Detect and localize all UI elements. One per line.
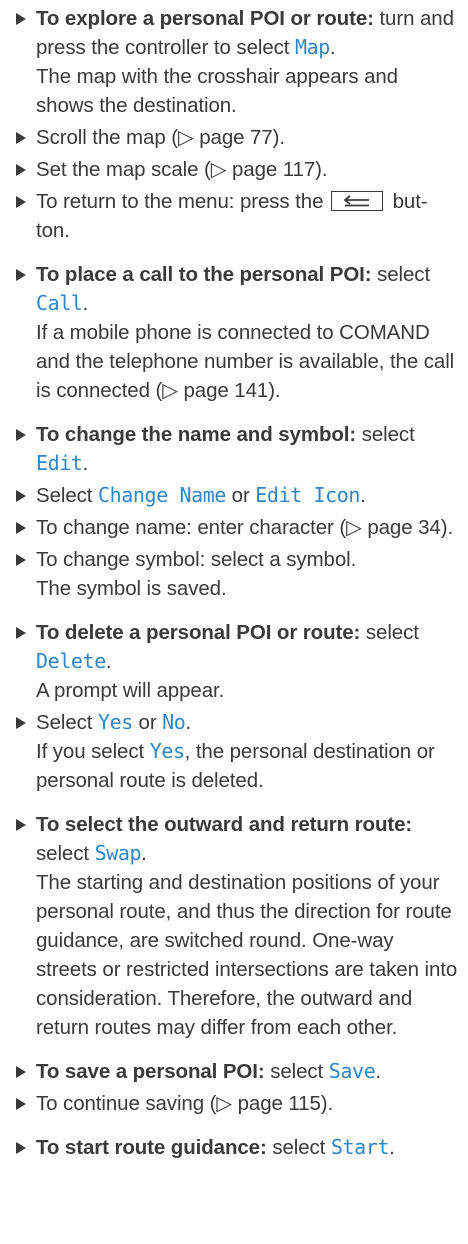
bullet-triangle-icon (16, 269, 26, 281)
step-result: If a mobile phone is connected to COMAND… (36, 321, 455, 402)
bullet-triangle-icon (16, 196, 26, 208)
swap-menu-item: Swap (94, 841, 142, 865)
step-text: To continue saving (▷ page 115). (36, 1092, 334, 1115)
step-result: A prompt will appear. (36, 679, 225, 702)
step-text: To return to the menu: press the (36, 190, 324, 213)
explore-section: To explore a personal POI or route: turn… (16, 4, 458, 245)
map-menu-item: Map (294, 35, 330, 59)
save-section: To save a personal POI: select Save. To … (16, 1057, 458, 1118)
bullet-triangle-icon (16, 164, 26, 176)
bullet-triangle-icon (16, 1066, 26, 1078)
bullet-triangle-icon (16, 490, 26, 502)
select-edit-option-step: Select Change Name or Edit Icon. (16, 481, 458, 510)
step-text: Set the map scale (▷ page 117). (36, 158, 328, 181)
edit-section: To change the name and symbol: select Ed… (16, 420, 458, 603)
bullet-triangle-icon (16, 429, 26, 441)
bullet-triangle-icon (16, 1142, 26, 1154)
back-button-key (330, 191, 383, 211)
step-heading: To explore a personal POI or route: (36, 7, 374, 30)
step-result: The starting and destination positions o… (36, 871, 458, 1039)
explore-map-step: To explore a personal POI or route: turn… (16, 4, 458, 120)
bullet-triangle-icon (16, 13, 26, 25)
step-result: The symbol is saved. (36, 577, 227, 600)
bullet-triangle-icon (16, 627, 26, 639)
delete-section: To delete a personal POI or route: selec… (16, 618, 458, 795)
change-symbol-step: To change symbol: select a symbol. The s… (16, 545, 458, 603)
yes-menu-item-ref: Yes (149, 739, 185, 763)
step-heading: To save a personal POI: (36, 1060, 265, 1083)
swap-section: To select the outward and return route: … (16, 810, 458, 1042)
step-heading: To change the name and symbol: (36, 423, 357, 446)
change-name-menu-item: Change Name (97, 483, 227, 507)
call-section: To place a call to the personal POI: sel… (16, 260, 458, 405)
continue-saving-step: To continue saving (▷ page 115). (16, 1089, 458, 1118)
delete-menu-item: Delete (36, 649, 106, 673)
start-menu-item: Start (330, 1135, 390, 1159)
step-heading: To place a call to the personal POI: (36, 263, 372, 286)
confirm-delete-step: Select Yes or No. If you select Yes, the… (16, 708, 458, 795)
call-menu-item: Call (36, 291, 83, 315)
back-arrow-icon (343, 195, 369, 207)
step-text: To change symbol: select a symbol. (36, 548, 357, 571)
start-step: To start route guidance: select Start. (16, 1133, 458, 1162)
step-result: The map with the crosshair appears and s… (36, 65, 398, 117)
map-scale-step: Set the map scale (▷ page 117). (16, 155, 458, 184)
bullet-triangle-icon (16, 819, 26, 831)
step-result: If you select Yes, the personal destinat… (36, 739, 435, 792)
step-heading: To delete a personal POI or route: (36, 621, 361, 644)
edit-menu-item: Edit (36, 451, 83, 475)
yes-menu-item: Yes (97, 710, 133, 734)
bullet-triangle-icon (16, 717, 26, 729)
change-name-step: To change name: enter character (▷ page … (16, 513, 458, 542)
save-menu-item: Save (328, 1059, 376, 1083)
edit-step: To change the name and symbol: select Ed… (16, 420, 458, 478)
call-step: To place a call to the personal POI: sel… (16, 260, 458, 405)
start-section: To start route guidance: select Start. (16, 1133, 458, 1162)
bullet-triangle-icon (16, 1098, 26, 1110)
step-text: To change name: enter character (▷ page … (36, 516, 454, 539)
edit-icon-menu-item: Edit Icon (255, 483, 361, 507)
no-menu-item: No (162, 710, 186, 734)
step-text: Scroll the map (▷ page 77). (36, 126, 285, 149)
bullet-triangle-icon (16, 554, 26, 566)
manual-page: To explore a personal POI or route: turn… (0, 0, 468, 1244)
bullet-triangle-icon (16, 132, 26, 144)
step-heading: To select the outward and return route: (36, 813, 413, 836)
step-heading: To start route guidance: (36, 1136, 267, 1159)
save-step: To save a personal POI: select Save. (16, 1057, 458, 1086)
delete-step: To delete a personal POI or route: selec… (16, 618, 458, 705)
bullet-triangle-icon (16, 522, 26, 534)
scroll-map-step: Scroll the map (▷ page 77). (16, 123, 458, 152)
return-menu-step: To return to the menu: press the but-ton… (16, 187, 458, 245)
swap-step: To select the outward and return route: … (16, 810, 458, 1042)
